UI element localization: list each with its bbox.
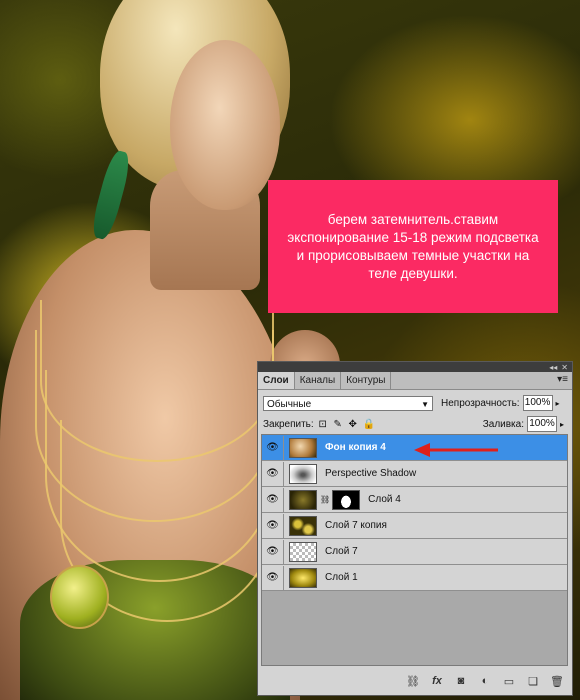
lock-move-icon[interactable]: ✥ xyxy=(348,419,358,430)
panel-menu-icon[interactable]: ▾≡ xyxy=(557,374,568,385)
lock-transparency-icon[interactable]: ⊡ xyxy=(318,419,328,430)
callout-text: берем затемнитель.ставим экспонирование … xyxy=(287,211,539,281)
layer-thumbnail xyxy=(289,567,317,588)
layer-mask-thumbnail[interactable] xyxy=(332,489,361,510)
mask-link-icon[interactable]: ⛓ xyxy=(320,495,330,504)
opacity-input[interactable]: 100% xyxy=(522,395,553,411)
layer-row[interactable]: 👁 Perspective Shadow xyxy=(262,461,567,487)
instruction-callout: берем затемнитель.ставим экспонирование … xyxy=(268,180,558,313)
adjustment-icon[interactable]: ◐ xyxy=(478,675,492,687)
red-arrow-icon xyxy=(414,443,498,457)
tab-layers[interactable]: Слои xyxy=(258,372,295,389)
layer-name: Слой 7 копия xyxy=(325,520,387,531)
layer-row[interactable]: 👁 Слой 1 xyxy=(262,565,567,591)
tab-channels[interactable]: Каналы xyxy=(295,372,342,389)
tab-paths[interactable]: Контуры xyxy=(341,372,392,389)
link-icon[interactable]: ⛓ xyxy=(406,675,420,688)
layers-panel: ◂◂ ✕ Слои Каналы Контуры ▾≡ Обычные ▼ Не… xyxy=(257,361,573,696)
new-layer-icon[interactable]: ❏ xyxy=(526,675,540,688)
eye-icon[interactable]: 👁 xyxy=(262,513,284,538)
lock-all-icon[interactable]: 🔒 xyxy=(363,419,375,430)
opacity-slider-icon[interactable]: ▸ xyxy=(553,399,563,408)
layer-row[interactable]: 👁 Слой 7 xyxy=(262,539,567,565)
layer-thumbnail xyxy=(289,541,317,562)
blend-mode-value: Обычные xyxy=(267,398,312,410)
eye-icon[interactable]: 👁 xyxy=(262,539,284,564)
opacity-label: Непрозрачность: xyxy=(441,397,520,409)
trash-icon[interactable]: 🗑 xyxy=(550,675,564,688)
mask-icon[interactable]: ◙ xyxy=(454,675,468,687)
lock-label: Закрепить: xyxy=(263,418,314,430)
layer-name: Слой 7 xyxy=(325,546,358,557)
layer-row[interactable]: 👁 Слой 7 копия xyxy=(262,513,567,539)
layer-name: Фон копия 4 xyxy=(325,442,386,453)
layer-thumbnail xyxy=(289,463,317,484)
layer-name: Perspective Shadow xyxy=(325,468,417,479)
eye-icon[interactable]: 👁 xyxy=(262,565,284,590)
collapse-icon[interactable]: ◂◂ xyxy=(549,363,557,372)
fill-input[interactable]: 100% xyxy=(527,416,557,432)
woman-face xyxy=(170,40,280,210)
layer-thumbnail xyxy=(289,437,317,458)
blend-mode-select[interactable]: Обычные ▼ xyxy=(263,395,433,411)
panel-title-bar[interactable]: ◂◂ ✕ xyxy=(258,362,572,372)
group-icon[interactable]: ▭ xyxy=(502,675,516,688)
chevron-down-icon: ▼ xyxy=(421,399,429,409)
layer-name: Слой 4 xyxy=(368,494,401,505)
earring xyxy=(88,148,134,242)
lock-paint-icon[interactable]: ✎ xyxy=(333,419,343,430)
panel-footer-toolbar: ⛓ fx ◙ ◐ ▭ ❏ 🗑 xyxy=(258,667,572,695)
layer-thumbnail xyxy=(289,515,317,536)
layer-name: Слой 1 xyxy=(325,572,358,583)
fill-label: Заливка: xyxy=(482,418,524,430)
pendant xyxy=(50,565,109,629)
eye-icon[interactable]: 👁 xyxy=(262,487,284,512)
layer-thumbnail xyxy=(289,489,317,510)
eye-icon[interactable]: 👁 xyxy=(262,461,284,486)
eye-icon[interactable]: 👁 xyxy=(262,435,284,460)
fill-slider-icon[interactable]: ▸ xyxy=(557,420,567,429)
layers-list: 👁 Фон копия 4 👁 Perspective Shadow 👁 ⛓ С… xyxy=(261,434,568,666)
layer-row[interactable]: 👁 ⛓ Слой 4 xyxy=(262,487,567,513)
panel-tabs: Слои Каналы Контуры ▾≡ xyxy=(258,372,572,390)
close-panel-icon[interactable]: ✕ xyxy=(561,363,568,372)
fx-icon[interactable]: fx xyxy=(430,675,444,687)
